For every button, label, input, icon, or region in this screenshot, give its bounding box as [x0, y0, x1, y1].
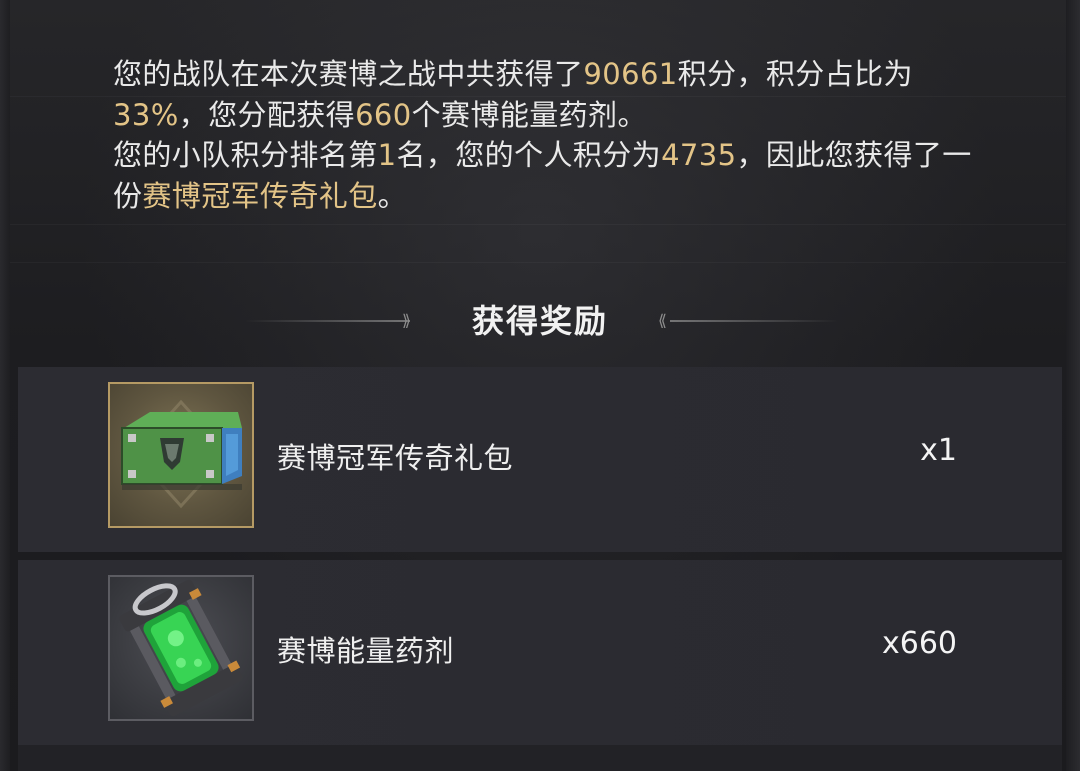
- divider-arrow-left-icon: ⟪: [658, 311, 667, 330]
- message-text: 名，您的个人积分为: [396, 138, 662, 172]
- pack-name-highlight: 赛博冠军传奇礼包: [142, 178, 378, 213]
- potion-graphic: [119, 579, 243, 717]
- reward-quantity: x1: [920, 433, 957, 468]
- reward-name: 赛博能量药剂: [277, 634, 455, 668]
- background-grid-line: [0, 262, 1080, 263]
- message-text: 积分，积分占比为: [677, 57, 913, 91]
- personal-points-value: 4735: [661, 138, 737, 172]
- message-text: 个赛博能量药剂。: [411, 97, 647, 132]
- message-text: ，您分配获得: [178, 97, 356, 132]
- reward-row: 赛博冠军传奇礼包 x1: [18, 367, 1062, 552]
- right-frame-border: [1066, 0, 1080, 771]
- message-text: 您的战队在本次赛博之战中共获得了: [113, 57, 584, 91]
- message-text: 您的小队积分排名第: [113, 138, 378, 172]
- squad-rank-value: 1: [377, 138, 397, 172]
- reward-row: 赛博能量药剂 x660: [18, 560, 1062, 745]
- legendary-crate-icon[interactable]: [108, 382, 254, 528]
- reward-quantity: x660: [881, 626, 957, 661]
- background-grid-line: [0, 224, 1080, 225]
- energy-potion-icon[interactable]: [108, 575, 254, 721]
- left-frame-border: [0, 0, 10, 771]
- rewards-section-title: 获得奖励: [471, 302, 608, 340]
- title-divider-right: [670, 320, 838, 322]
- team-points-value: 90661: [583, 57, 678, 91]
- bottom-panel-edge: [18, 745, 1062, 771]
- share-percent-value: 33%: [113, 97, 179, 132]
- crate-graphic: [121, 399, 242, 509]
- reward-name: 赛博冠军传奇礼包: [277, 441, 514, 475]
- potion-count-value: 660: [355, 97, 412, 132]
- message-text: 。: [377, 178, 408, 213]
- settlement-message: 您的战队在本次赛博之战中共获得了90661积分，积分占比为 33%，您分配获得66…: [113, 54, 973, 216]
